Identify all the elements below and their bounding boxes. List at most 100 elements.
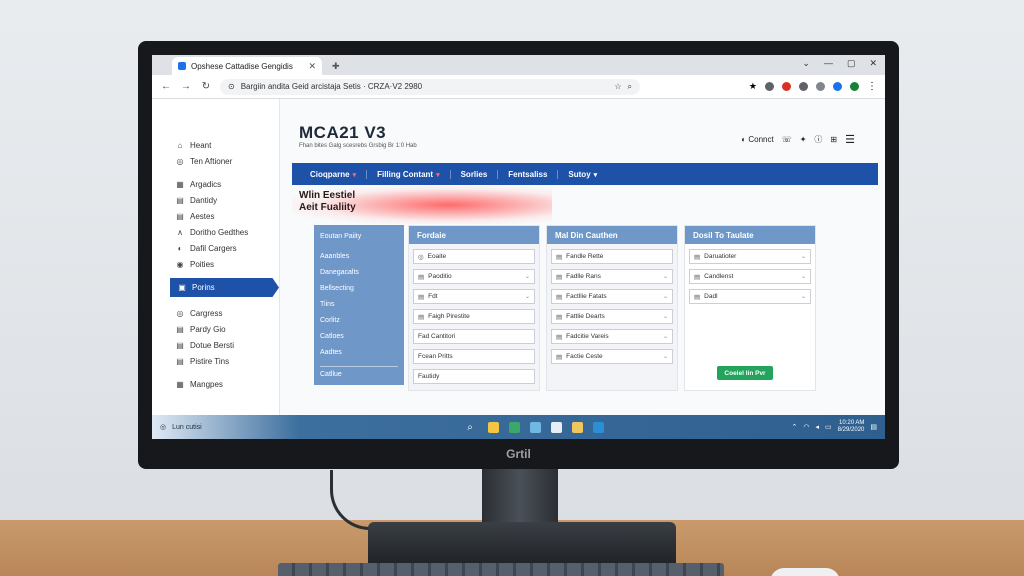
nav-item[interactable]: Filling Contant ▾ bbox=[367, 169, 451, 179]
app-icon[interactable] bbox=[530, 421, 542, 433]
left-panel-item[interactable]: Corlitz bbox=[320, 312, 398, 328]
extension-icon[interactable] bbox=[833, 82, 842, 91]
app-icon[interactable] bbox=[572, 421, 584, 433]
left-panel-footer[interactable]: Catllue bbox=[320, 366, 398, 378]
notification-icon[interactable]: ▤ bbox=[870, 423, 877, 431]
form-field[interactable]: ▤ Fandle Rette bbox=[551, 249, 673, 264]
hamburger-menu-icon[interactable]: ☰ bbox=[845, 133, 855, 146]
form-field[interactable]: ▤ Fattlie Dearts ⌄ bbox=[551, 309, 673, 324]
close-window-icon[interactable]: ✕ bbox=[869, 58, 877, 69]
sidebar-item[interactable]: ▤ Pistire Tins bbox=[152, 353, 279, 369]
form-field[interactable]: Fautidy bbox=[413, 369, 535, 384]
monitor: Opshese Cattadise Gengidis ✕ ✚ ⌄ — ▢ ✕ ←… bbox=[138, 41, 899, 469]
address-bar[interactable]: ⊙ Bargiin andita Geid arcistaja Setis · … bbox=[220, 78, 640, 95]
forward-icon[interactable]: → bbox=[180, 81, 192, 92]
field-label: Fdt bbox=[428, 293, 438, 300]
reload-icon[interactable]: ↻ bbox=[200, 81, 212, 92]
browser-tab[interactable]: Opshese Cattadise Gengidis ✕ bbox=[172, 57, 322, 75]
search-icon[interactable]: ⌕ bbox=[467, 422, 478, 433]
sidebar-item[interactable]: ◐ Dafil Cargers bbox=[152, 240, 279, 256]
form-field[interactable]: ▤ Candlenst ⌄ bbox=[689, 269, 811, 284]
twitter-icon[interactable]: ✦ bbox=[800, 135, 807, 144]
chevron-down-icon[interactable]: ⌄ bbox=[802, 58, 810, 69]
clock[interactable]: 10:20 AM 8/29/2020 bbox=[838, 420, 865, 434]
site-info-icon[interactable]: ⊙ bbox=[228, 82, 235, 91]
field-label: Fad Cantitori bbox=[418, 333, 456, 340]
form-field[interactable]: ▤ Fadcitie Vareis ⌄ bbox=[551, 329, 673, 344]
form-field[interactable]: ▤ Dadl ⌄ bbox=[689, 289, 811, 304]
nav-item[interactable]: Sutoy ▾ bbox=[558, 170, 607, 179]
extension-icon[interactable] bbox=[850, 82, 859, 91]
sidebar-item[interactable]: ▤ Aestes bbox=[152, 208, 279, 224]
folder-icon[interactable] bbox=[488, 421, 500, 433]
header-actions: ◐ Connct ☏ ✦ ⓘ ⊞ ☰ bbox=[741, 133, 855, 146]
document-icon: ▤ bbox=[176, 211, 184, 221]
sidebar-item[interactable]: ∧ Doritho Gedthes bbox=[152, 224, 279, 240]
extension-icon[interactable] bbox=[816, 82, 825, 91]
document-icon: ▤ bbox=[176, 195, 184, 205]
nav-item[interactable]: Cioqparne ▾ bbox=[300, 169, 368, 179]
new-tab-icon[interactable]: ✚ bbox=[332, 61, 340, 72]
left-panel-item[interactable]: Aaanbles bbox=[320, 248, 398, 264]
app-icon[interactable] bbox=[593, 421, 605, 433]
close-icon[interactable]: ✕ bbox=[308, 61, 316, 72]
sidebar-item[interactable]: ▤ Dotue Bersti bbox=[152, 337, 279, 353]
more-menu-icon[interactable]: ⋮ bbox=[867, 81, 877, 92]
star-icon[interactable]: ☆ bbox=[614, 82, 621, 91]
form-field[interactable]: Fcean Pritts bbox=[413, 349, 535, 364]
form-field[interactable]: ◎ Eoaite bbox=[413, 249, 535, 264]
minimize-icon[interactable]: — bbox=[824, 58, 833, 69]
sidebar-item[interactable]: ◉ Poities bbox=[152, 256, 279, 272]
left-panel-item[interactable]: Tiins bbox=[320, 296, 398, 312]
left-panel-item[interactable]: Catloes bbox=[320, 328, 398, 344]
field-icon: ▤ bbox=[556, 293, 563, 301]
sidebar-item[interactable]: ▦ Argadics bbox=[152, 176, 279, 192]
start-icon[interactable]: ◎ bbox=[160, 423, 166, 431]
phone-icon[interactable]: ☏ bbox=[782, 135, 792, 144]
chevron-down-icon: ⌄ bbox=[800, 274, 806, 280]
form-field[interactable]: ▤ Daruatioter ⌄ bbox=[689, 249, 811, 264]
battery-icon[interactable]: ▭ bbox=[825, 423, 832, 431]
chevron-up-icon[interactable]: ⌃ bbox=[792, 423, 798, 431]
extension-icon[interactable] bbox=[799, 82, 808, 91]
app-icon[interactable] bbox=[509, 421, 521, 433]
wifi-icon[interactable]: ◠ bbox=[803, 423, 809, 431]
left-panel-item[interactable]: Danegacalts bbox=[320, 264, 398, 280]
chart-icon: ∧ bbox=[177, 227, 183, 237]
extension-icon[interactable] bbox=[765, 82, 774, 91]
form-field[interactable]: ▤ Fdt ⌄ bbox=[413, 289, 535, 304]
maximize-icon[interactable]: ▢ bbox=[847, 58, 856, 69]
bookmark-star-icon[interactable]: ★ bbox=[749, 81, 757, 92]
sidebar-item[interactable]: ▤ Dantidy bbox=[152, 192, 279, 208]
submit-button[interactable]: Coeiel lin Pvr bbox=[717, 366, 773, 380]
field-icon: ◎ bbox=[418, 253, 424, 261]
nav-item[interactable]: Fentsaliss bbox=[498, 169, 559, 179]
record-icon: ◉ bbox=[176, 259, 184, 269]
sidebar-item[interactable]: ⌂ Heant bbox=[152, 137, 279, 153]
nav-item-label: Cioqparne bbox=[310, 169, 350, 179]
volume-icon[interactable]: ◂ bbox=[816, 423, 820, 431]
left-panel-item[interactable]: Aadtes bbox=[320, 344, 398, 360]
form-field[interactable]: ▤ Faigh Pirestite bbox=[413, 309, 535, 324]
search-icon[interactable]: ⌕ bbox=[628, 82, 632, 92]
taskbar-search[interactable]: ◎ Lun cutisi bbox=[152, 423, 280, 432]
sidebar-item[interactable]: ◎ Ten Aftioner bbox=[152, 153, 279, 169]
sidebar-item[interactable]: ▦ Mangpes bbox=[152, 376, 279, 392]
nav-item[interactable]: Sorlies bbox=[451, 169, 499, 179]
form-field[interactable]: Fad Cantitori bbox=[413, 329, 535, 344]
sidebar-item[interactable]: ◎ Cargress bbox=[152, 305, 279, 321]
left-panel-item[interactable]: Bellsecting bbox=[320, 280, 398, 296]
back-icon[interactable]: ← bbox=[160, 81, 172, 92]
field-label: Factie Ceste bbox=[566, 353, 603, 360]
extension-icon[interactable] bbox=[782, 82, 791, 91]
sidebar-item[interactable]: ▤ Pardy Gio bbox=[152, 321, 279, 337]
form-field[interactable]: ▤ Fadlle Rans ⌄ bbox=[551, 269, 673, 284]
account-link[interactable]: ◐ Connct bbox=[741, 135, 773, 144]
info-icon[interactable]: ⓘ bbox=[814, 134, 822, 145]
app-icon[interactable] bbox=[551, 421, 563, 433]
share-icon[interactable]: ⊞ bbox=[830, 135, 837, 144]
form-field[interactable]: ▤ Factllie Fatats ⌄ bbox=[551, 289, 673, 304]
form-field[interactable]: ▤ Factie Ceste ⌄ bbox=[551, 349, 673, 364]
sidebar-item-active[interactable]: ▣ Porins bbox=[170, 278, 279, 297]
form-field[interactable]: ▤ Paoditio ⌄ bbox=[413, 269, 535, 284]
